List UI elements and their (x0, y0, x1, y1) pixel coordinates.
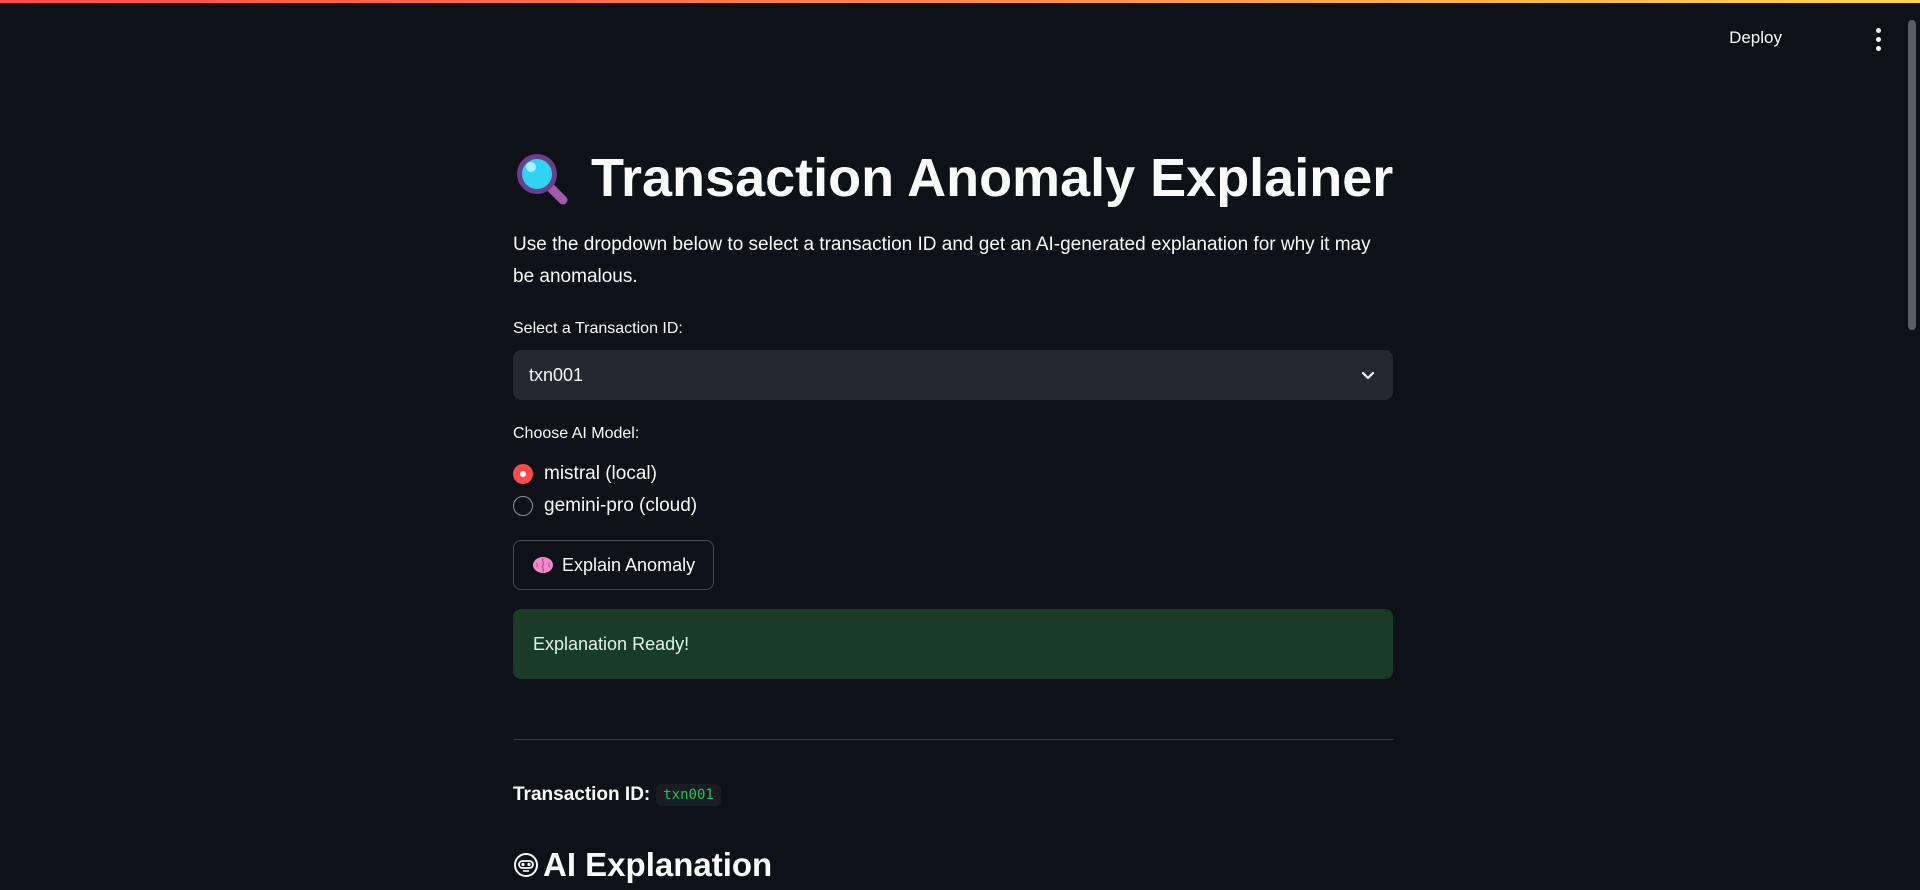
scrollbar[interactable] (1908, 20, 1916, 330)
transaction-id-code: txn001 (656, 784, 721, 806)
page-title-text: Transaction Anomaly Explainer (591, 148, 1394, 208)
radio-button-selected[interactable] (513, 464, 533, 484)
robot-icon (514, 853, 538, 877)
success-message: Explanation Ready! (533, 633, 690, 654)
main-menu-icon[interactable] (1866, 24, 1890, 54)
divider (513, 739, 1393, 740)
brain-icon (533, 557, 553, 573)
model-radio-label: Choose AI Model: (513, 425, 640, 442)
transaction-select-label: Select a Transaction ID: (513, 320, 683, 337)
app-header: Deploy (0, 0, 1920, 76)
deploy-button[interactable]: Deploy (1721, 24, 1790, 52)
radio-option-label: mistral (local) (544, 463, 657, 484)
success-alert: Explanation Ready! (513, 609, 1393, 679)
transaction-id-line: Transaction ID: txn001 (513, 784, 721, 806)
model-radio-group: mistral (local) gemini-pro (cloud) (513, 458, 697, 522)
transaction-select-value: txn001 (529, 364, 584, 385)
radio-option-gemini[interactable]: gemini-pro (cloud) (513, 490, 697, 522)
ai-explanation-heading-text: AI Explanation (543, 846, 773, 883)
explain-anomaly-button[interactable]: Explain Anomaly (513, 540, 715, 590)
page-title: Transaction Anomaly Explainer (513, 143, 1393, 213)
magnifying-glass-icon (517, 154, 568, 205)
radio-option-label: gemini-pro (cloud) (544, 495, 698, 516)
transaction-select[interactable]: txn001 (513, 350, 1393, 400)
explain-button-label: Explain Anomaly (562, 554, 696, 575)
ai-explanation-heading: AI Explanation (513, 846, 772, 884)
transaction-id-label: Transaction ID: (513, 784, 651, 805)
radio-button-unselected[interactable] (513, 496, 533, 516)
radio-option-mistral[interactable]: mistral (local) (513, 458, 697, 490)
intro-text: Use the dropdown below to select a trans… (513, 234, 1371, 287)
chevron-down-icon (1361, 371, 1375, 380)
